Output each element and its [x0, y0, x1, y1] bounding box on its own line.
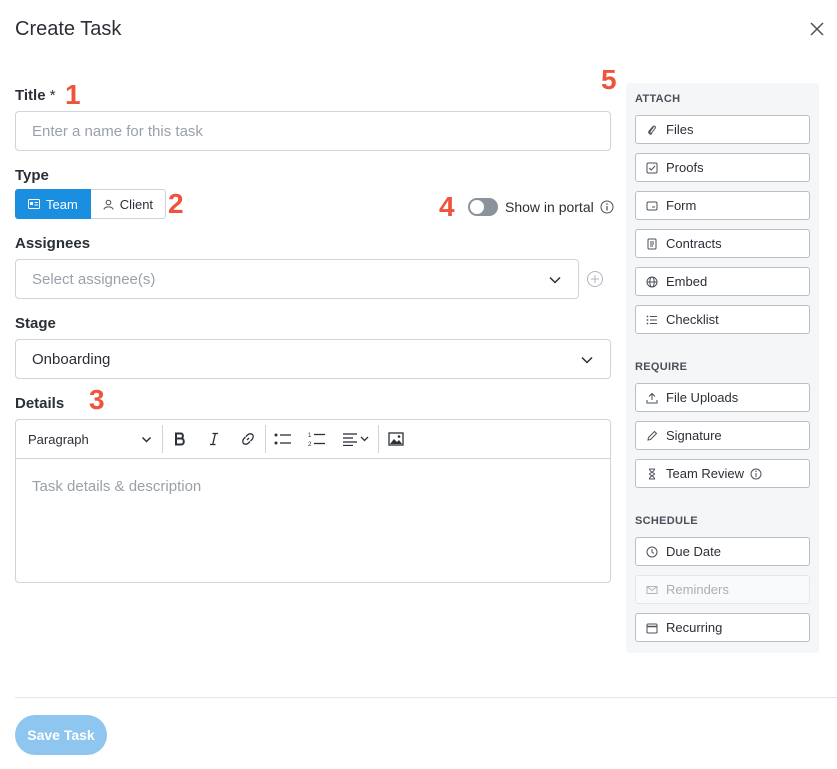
checklist-button[interactable]: Checklist: [635, 305, 810, 334]
contracts-label: Contracts: [666, 236, 722, 251]
stage-select[interactable]: Onboarding: [15, 339, 611, 379]
clock-icon: [646, 546, 658, 557]
due-date-button[interactable]: Due Date: [635, 537, 810, 566]
align-button[interactable]: [334, 420, 378, 458]
required-mark: *: [49, 87, 56, 104]
footer-divider: [15, 697, 837, 698]
user-icon: [103, 199, 114, 210]
type-label: Type: [15, 167, 49, 184]
document-icon: [647, 238, 657, 249]
portal-label: Show in portal: [505, 199, 594, 215]
marker-2: 2: [168, 188, 184, 219]
bold-icon: [175, 432, 185, 446]
add-assignee-icon[interactable]: [586, 270, 604, 288]
numbered-list-icon: 1 2: [308, 433, 325, 447]
require-heading: REQUIRE: [635, 361, 688, 373]
marker-4: 4: [439, 191, 455, 222]
type-team-label: Team: [46, 196, 78, 212]
hourglass-icon: [648, 468, 656, 479]
file-uploads-button[interactable]: File Uploads: [635, 383, 810, 412]
type-client-button[interactable]: Client: [90, 189, 167, 219]
chevron-down-icon: [141, 436, 152, 443]
title-label-text: Title: [15, 87, 46, 104]
team-review-label: Team Review: [666, 466, 745, 481]
paperclip-icon: [648, 124, 656, 135]
image-icon: [388, 432, 404, 446]
contracts-button[interactable]: Contracts: [635, 229, 810, 258]
type-toggle-group: Team Client: [15, 189, 167, 219]
stage-value: Onboarding: [32, 350, 111, 368]
type-team-button[interactable]: Team: [15, 189, 91, 219]
marker-1: 1: [65, 79, 81, 110]
save-task-button[interactable]: Save Task: [15, 715, 107, 755]
checkbox-icon: [646, 162, 658, 173]
files-label: Files: [666, 122, 694, 137]
attach-heading: ATTACH: [635, 93, 681, 105]
title-label: Title *: [15, 87, 56, 104]
info-icon[interactable]: [750, 468, 762, 480]
stage-label: Stage: [15, 315, 56, 332]
envelope-icon: [646, 585, 658, 594]
editor-toolbar: Paragraph 1 2: [16, 420, 610, 459]
recurring-button[interactable]: Recurring: [635, 613, 810, 642]
schedule-heading: SCHEDULE: [635, 515, 698, 527]
details-editor: Paragraph 1 2 Task details & description: [15, 419, 611, 583]
form-button[interactable]: Form: [635, 191, 810, 220]
pen-icon: [647, 430, 658, 441]
italic-button[interactable]: [197, 420, 231, 458]
form-label: Form: [666, 198, 697, 213]
assignees-select[interactable]: Select assignee(s): [15, 259, 579, 299]
close-icon[interactable]: [806, 18, 828, 40]
svg-text:2: 2: [308, 442, 312, 447]
assignees-label: Assignees: [15, 235, 91, 252]
options-panel: ATTACH Files Proofs Form Contracts Embed…: [626, 83, 819, 653]
info-icon[interactable]: [600, 200, 614, 214]
paragraph-label: Paragraph: [28, 431, 89, 447]
proofs-button[interactable]: Proofs: [635, 153, 810, 182]
calendar-icon: [646, 623, 658, 633]
link-icon: [242, 433, 254, 445]
image-button[interactable]: [379, 420, 413, 458]
bullet-list-icon: [274, 433, 291, 445]
file-uploads-label: File Uploads: [666, 390, 739, 405]
assignees-placeholder: Select assignee(s): [32, 270, 156, 288]
proofs-label: Proofs: [666, 160, 704, 175]
form-icon: [646, 201, 658, 210]
paragraph-select[interactable]: Paragraph: [16, 420, 162, 458]
due-date-label: Due Date: [666, 544, 721, 559]
reminders-button[interactable]: Reminders: [635, 575, 810, 604]
team-review-button[interactable]: Team Review: [635, 459, 810, 488]
numbered-list-button[interactable]: 1 2: [300, 420, 334, 458]
recurring-label: Recurring: [666, 620, 723, 635]
marker-3: 3: [89, 384, 105, 415]
details-label: Details: [15, 395, 65, 412]
marker-5: 5: [601, 64, 617, 95]
reminders-label: Reminders: [666, 582, 729, 597]
dialog-title: Create Task: [15, 18, 122, 40]
globe-icon: [646, 276, 658, 287]
chevron-down-icon: [581, 356, 593, 364]
details-textarea[interactable]: Task details & description: [16, 459, 610, 583]
embed-label: Embed: [666, 274, 708, 289]
italic-icon: [210, 432, 218, 446]
checklist-icon: [646, 315, 657, 324]
embed-button[interactable]: Embed: [635, 267, 810, 296]
bold-button[interactable]: [163, 420, 197, 458]
show-in-portal: Show in portal: [468, 198, 614, 216]
files-button[interactable]: Files: [635, 115, 810, 144]
portal-toggle[interactable]: [468, 198, 498, 216]
signature-label: Signature: [666, 428, 722, 443]
upload-icon: [646, 392, 658, 403]
signature-button[interactable]: Signature: [635, 421, 810, 450]
type-client-label: Client: [119, 196, 154, 212]
link-button[interactable]: [231, 420, 265, 458]
chevron-down-icon: [549, 276, 561, 284]
align-left-icon: [343, 433, 369, 446]
id-card-icon: [28, 199, 40, 209]
checklist-label: Checklist: [666, 312, 719, 327]
svg-text:1: 1: [308, 433, 312, 439]
title-input[interactable]: [15, 111, 611, 151]
bullet-list-button[interactable]: [266, 420, 300, 458]
